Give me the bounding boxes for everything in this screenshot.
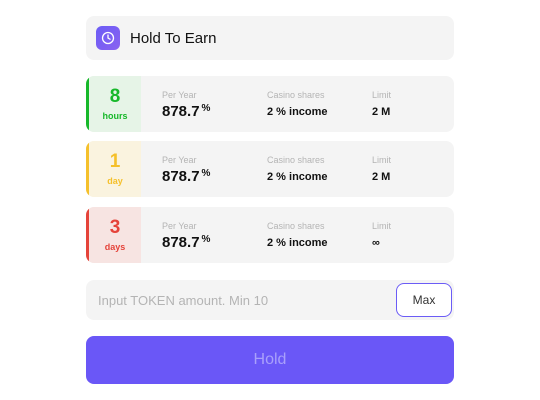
per-year-value: 878.7 xyxy=(162,168,200,185)
casino-shares-label: Casino shares xyxy=(267,155,325,165)
casino-shares-value: 2 % income xyxy=(267,171,328,183)
per-year-unit: % xyxy=(201,103,211,114)
limit-column: Limit 2 M xyxy=(372,90,391,118)
purple-badge-icon xyxy=(96,26,120,50)
duration-value: 8 xyxy=(109,86,121,107)
per-year-column: Per Year 878.7% xyxy=(162,221,210,251)
duration-value: 1 xyxy=(109,151,121,172)
per-year-label: Per Year xyxy=(162,155,197,165)
limit-column: Limit 2 M xyxy=(372,155,391,183)
limit-value: 2 M xyxy=(372,171,391,183)
per-year-unit: % xyxy=(201,168,211,179)
per-year-unit: % xyxy=(201,234,211,245)
plan-card-3-days[interactable]: 3 days Per Year 878.7% Casino shares 2 %… xyxy=(86,207,454,263)
duration-unit: days xyxy=(104,242,126,252)
casino-shares-column: Casino shares 2 % income xyxy=(267,155,328,183)
max-button[interactable]: Max xyxy=(396,283,452,317)
limit-label: Limit xyxy=(372,221,392,231)
casino-shares-value: 2 % income xyxy=(267,106,328,118)
token-amount-input[interactable] xyxy=(86,279,396,321)
plan-card-1-day[interactable]: 1 day Per Year 878.7% Casino shares 2 % … xyxy=(86,141,454,197)
per-year-column: Per Year 878.7% xyxy=(162,155,210,185)
duration-badge: 1 day xyxy=(86,141,141,197)
duration-unit: hours xyxy=(102,111,128,121)
plan-card-8-hours[interactable]: 8 hours Per Year 878.7% Casino shares 2 … xyxy=(86,76,454,132)
casino-shares-label: Casino shares xyxy=(267,221,325,231)
limit-value: 2 M xyxy=(372,106,391,118)
limit-value: ∞ xyxy=(372,237,380,249)
per-year-value: 878.7 xyxy=(162,103,200,120)
page-title: Hold To Earn xyxy=(130,29,217,47)
hold-button[interactable]: Hold xyxy=(86,336,454,384)
limit-column: Limit ∞ xyxy=(372,221,391,249)
duration-value: 3 xyxy=(109,217,121,238)
limit-label: Limit xyxy=(372,90,392,100)
per-year-label: Per Year xyxy=(162,221,197,231)
per-year-column: Per Year 878.7% xyxy=(162,90,210,120)
casino-shares-column: Casino shares 2 % income xyxy=(267,221,328,249)
hold-to-earn-header: Hold To Earn xyxy=(86,16,454,60)
limit-label: Limit xyxy=(372,155,392,165)
token-amount-row: Max xyxy=(86,279,454,321)
casino-shares-label: Casino shares xyxy=(267,90,325,100)
casino-shares-value: 2 % income xyxy=(267,237,328,249)
duration-badge: 3 days xyxy=(86,207,141,263)
per-year-label: Per Year xyxy=(162,90,197,100)
casino-shares-column: Casino shares 2 % income xyxy=(267,90,328,118)
duration-unit: day xyxy=(107,176,123,186)
duration-badge: 8 hours xyxy=(86,76,141,132)
per-year-value: 878.7 xyxy=(162,234,200,251)
